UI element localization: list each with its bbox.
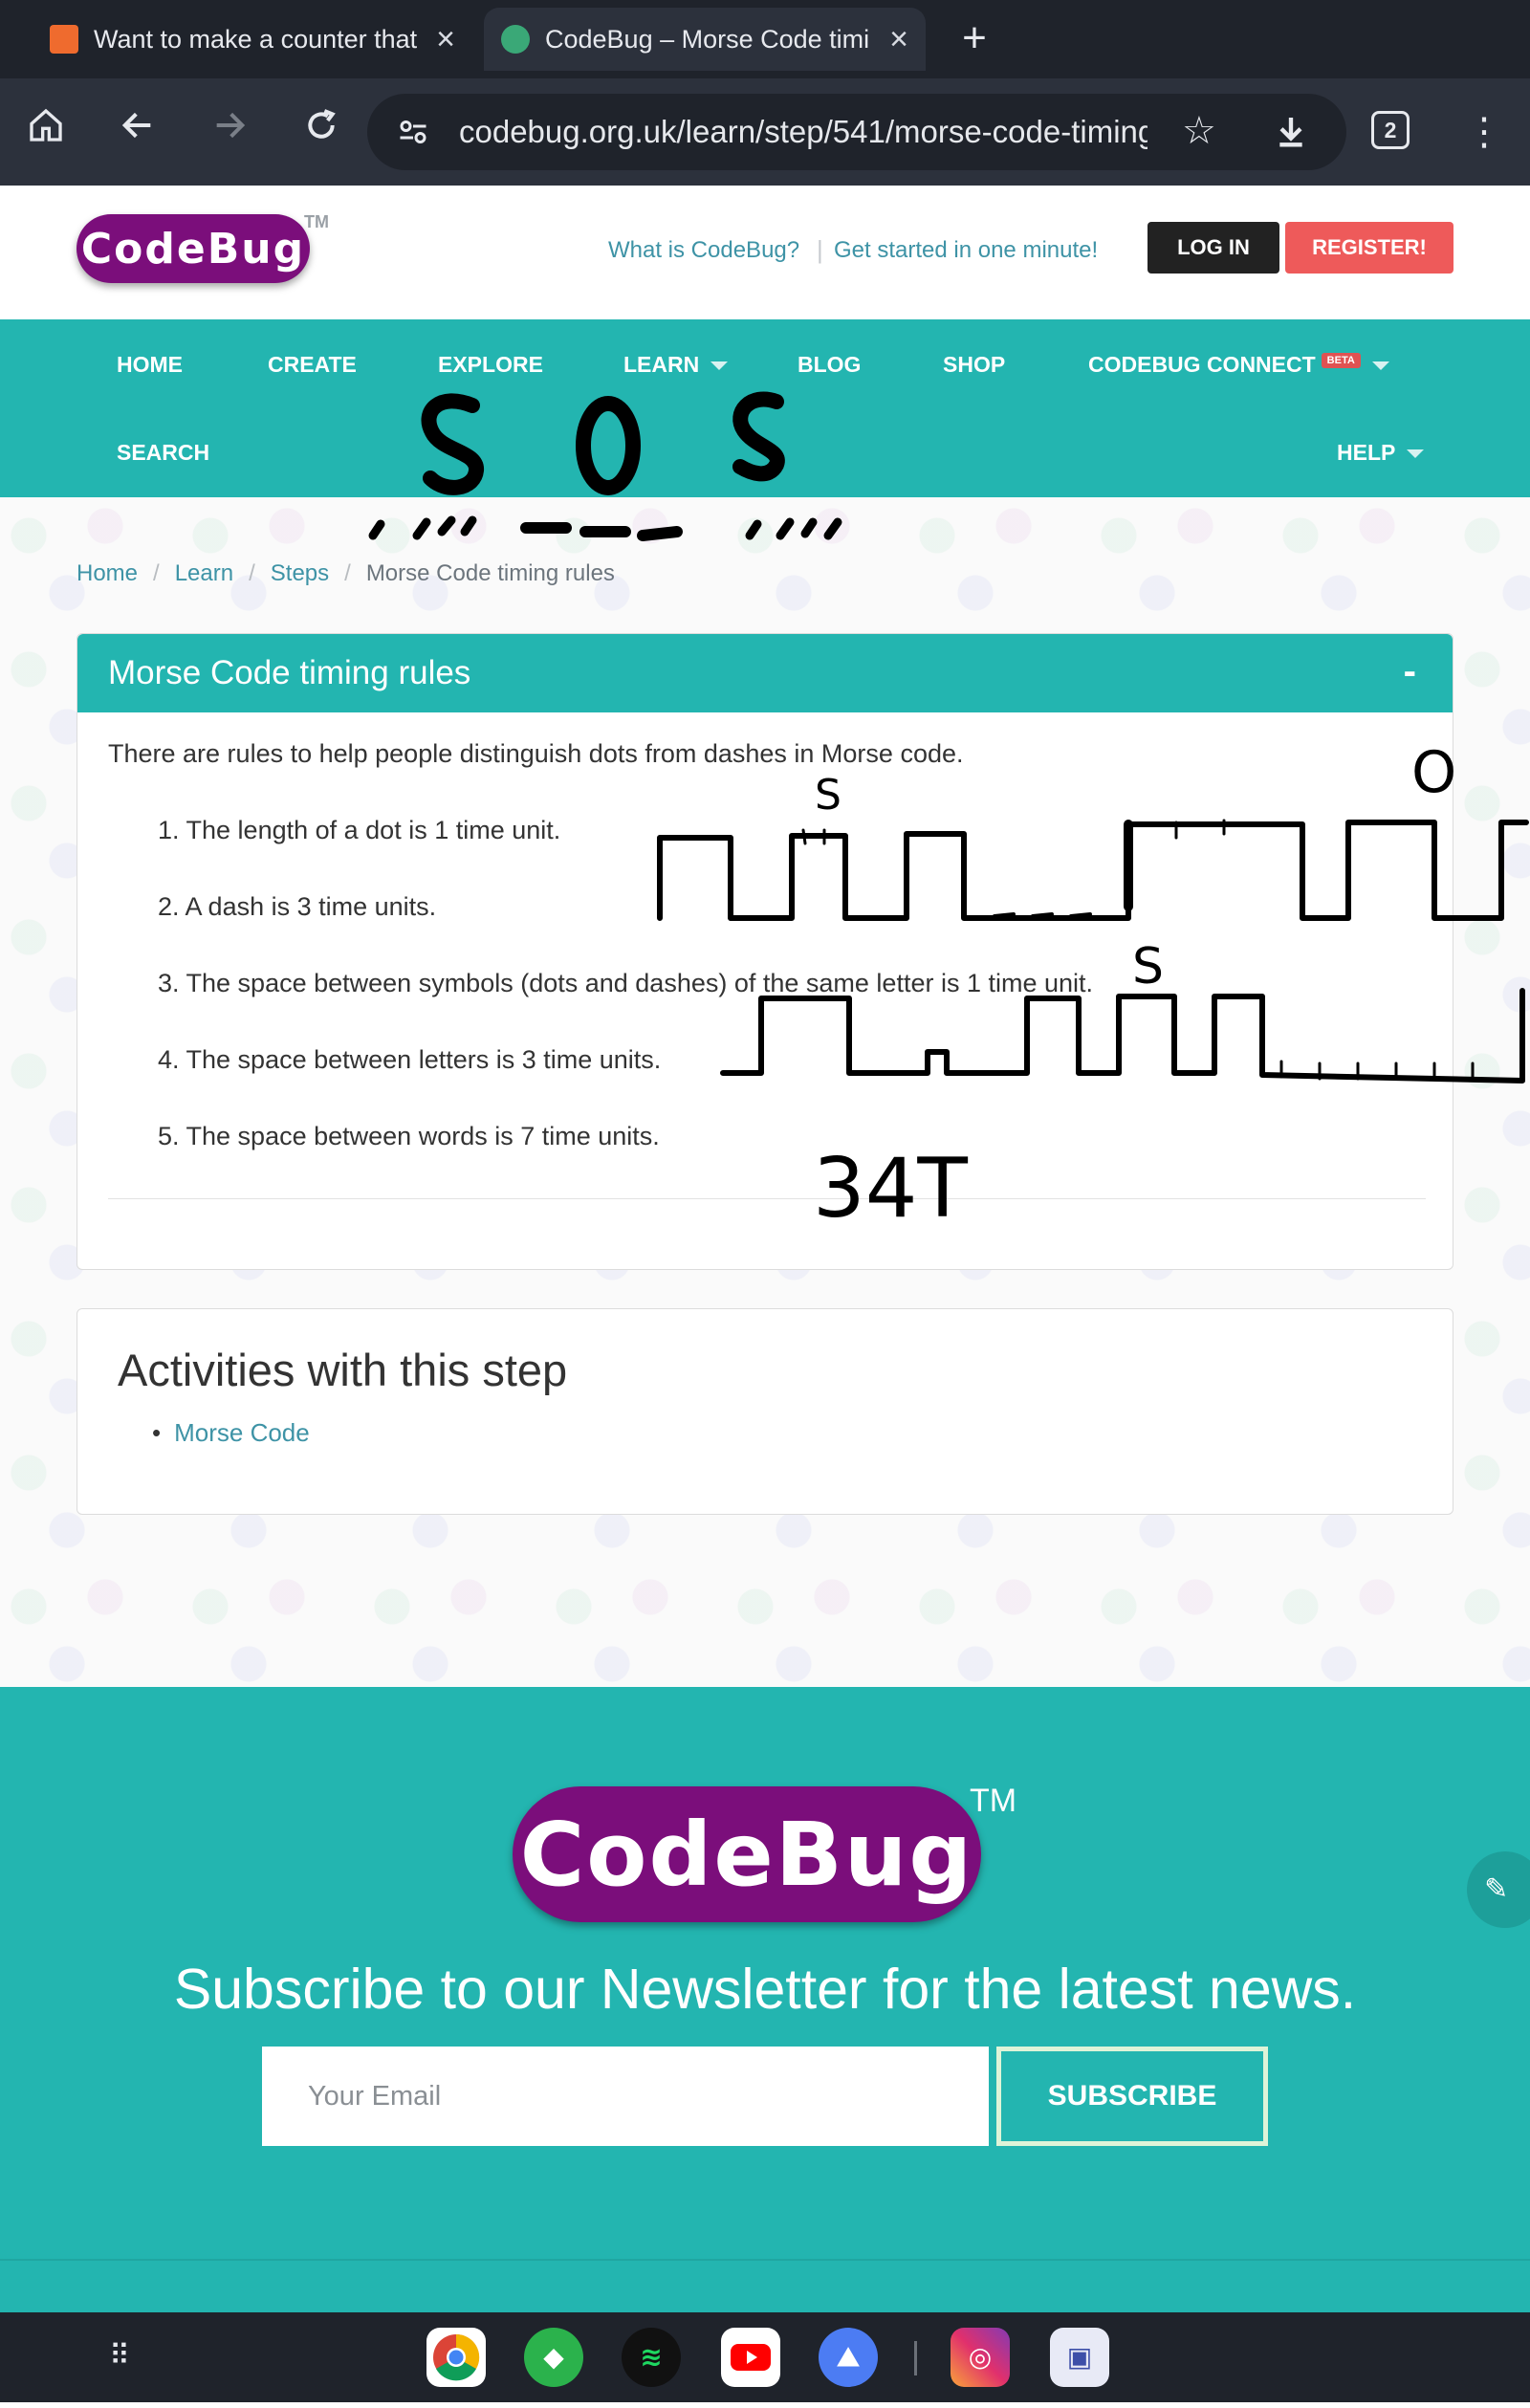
browser-toolbar: codebug.org.uk/learn/step/541/morse-code… (0, 78, 1530, 186)
newsletter-heading: Subscribe to our Newsletter for the late… (173, 1958, 1357, 2021)
what-is-codebug-link[interactable]: What is CodeBug? (608, 237, 799, 264)
collapse-button[interactable]: - (1404, 634, 1416, 709)
chevron-down-icon (1371, 361, 1389, 371)
bookmark-star-icon[interactable]: ☆ (1182, 109, 1216, 153)
reload-icon[interactable] (295, 105, 348, 159)
nav-explore[interactable]: EXPLORE (438, 352, 543, 378)
divider (108, 1198, 1426, 1199)
footer-divider (0, 2259, 1530, 2261)
nav-shop[interactable]: SHOP (943, 352, 1005, 378)
new-tab-icon[interactable]: + (951, 10, 998, 67)
nav-create[interactable]: CREATE (268, 352, 357, 378)
breadcrumb-separator: / (249, 560, 255, 586)
site-settings-icon[interactable] (396, 115, 430, 154)
url-text[interactable]: codebug.org.uk/learn/step/541/morse-code… (459, 94, 1148, 170)
trademark-mark: TM (970, 1783, 1017, 1819)
step-card: Morse Code timing rules - There are rule… (76, 633, 1454, 1270)
codebug-logo[interactable]: CodeBug (76, 214, 310, 283)
nav-search[interactable]: SEARCH (117, 440, 209, 466)
nav-codebug-connect[interactable]: CODEBUG CONNECT BETA (1088, 352, 1389, 378)
codebug-footer-logo[interactable]: CodeBug (513, 1786, 981, 1922)
youtube-icon[interactable] (721, 2328, 780, 2387)
get-started-link[interactable]: Get started in one minute! (834, 237, 1098, 264)
forward-icon[interactable] (203, 105, 256, 159)
subscribe-button[interactable]: SUBSCRIBE (996, 2047, 1268, 2146)
email-input[interactable] (262, 2047, 989, 2146)
rule-item: 3. The space between symbols (dots and d… (158, 969, 1094, 997)
breadcrumb-steps[interactable]: Steps (271, 560, 329, 586)
site-header: CodeBug TM What is CodeBug? | Get starte… (0, 186, 1530, 319)
nav-learn-label: LEARN (623, 352, 700, 377)
breadcrumb-learn[interactable]: Learn (175, 560, 233, 586)
rule-item: 4. The space between letters is 3 time u… (158, 1045, 662, 1074)
feedly-icon[interactable]: ◆ (524, 2328, 583, 2387)
trademark-mark: TM (304, 212, 329, 231)
link-separator: | (817, 235, 823, 264)
step-card-header: Morse Code timing rules - (77, 634, 1453, 712)
instagram-icon[interactable]: ◎ (951, 2328, 1010, 2387)
activities-title: Activities with this step (118, 1345, 568, 1395)
nav-help[interactable]: HELP (1337, 440, 1425, 466)
address-bar[interactable]: codebug.org.uk/learn/step/541/morse-code… (367, 94, 1346, 170)
nav-help-label: HELP (1337, 440, 1396, 465)
os-taskbar: ⠿ ◆ ≋ ⛰ ◎ ▣ (0, 2312, 1530, 2402)
beta-badge: BETA (1321, 353, 1361, 369)
chevron-down-icon (1407, 449, 1425, 459)
rule-item: 5. The space between words is 7 time uni… (158, 1122, 660, 1150)
rule-item: 2. A dash is 3 time units. (158, 892, 437, 921)
tab-switcher-button[interactable]: 2 (1371, 111, 1410, 149)
register-button[interactable]: REGISTER! (1285, 222, 1454, 274)
main-nav: HOME CREATE EXPLORE LEARN BLOG SHOP CODE… (0, 319, 1530, 497)
tab-title: CodeBug – Morse Code timi (545, 24, 870, 54)
browser-tab-bar: Want to make a counter that × CodeBug – … (0, 0, 1530, 78)
tab-inactive[interactable]: Want to make a counter that × (33, 8, 472, 71)
codebug-favicon-icon (501, 25, 530, 54)
chevron-down-icon (710, 361, 729, 371)
rule-item: 1. The length of a dot is 1 time unit. (158, 816, 561, 844)
pencil-edit-icon[interactable]: ✎ (1467, 1851, 1530, 1928)
nav-learn[interactable]: LEARN (623, 352, 729, 378)
breadcrumb-current: Morse Code timing rules (365, 560, 615, 586)
breadcrumb-separator: / (153, 560, 160, 586)
chrome-icon[interactable] (426, 2328, 486, 2387)
nav-home[interactable]: HOME (117, 352, 183, 378)
step-title: Morse Code timing rules (108, 654, 471, 691)
site-footer: CodeBug TM Subscribe to our Newsletter f… (0, 1687, 1530, 2312)
breadcrumb: Home / Learn / Steps / Morse Code timing rules (76, 560, 615, 587)
nordvpn-icon[interactable]: ⛰ (819, 2328, 878, 2387)
close-tab-icon[interactable]: × (436, 21, 455, 58)
download-icon[interactable] (1272, 113, 1310, 156)
tab-active[interactable]: CodeBug – Morse Code timi × (484, 8, 926, 71)
step-intro: There are rules to help people distingui… (108, 739, 964, 768)
app-drawer-icon[interactable]: ⠿ (99, 2337, 138, 2375)
tab-title: Want to make a counter that (94, 24, 418, 54)
nav-blog[interactable]: BLOG (798, 352, 861, 378)
breadcrumb-home[interactable]: Home (76, 560, 138, 586)
dock-separator (914, 2341, 917, 2375)
activities-card: Activities with this step Morse Code (76, 1308, 1454, 1515)
spotify-icon[interactable]: ≋ (622, 2328, 681, 2387)
more-menu-icon[interactable]: ⋮ (1457, 105, 1511, 159)
login-button[interactable]: LOG IN (1148, 222, 1279, 274)
breadcrumb-separator: / (344, 560, 351, 586)
close-tab-icon[interactable]: × (889, 21, 908, 58)
activity-link[interactable]: Morse Code (152, 1418, 310, 1448)
nav-connect-label: CODEBUG CONNECT (1088, 352, 1316, 377)
home-icon[interactable] (19, 105, 73, 159)
save-app-icon[interactable]: ▣ (1050, 2328, 1109, 2387)
back-icon[interactable] (111, 105, 164, 159)
site-favicon-icon (50, 25, 78, 54)
